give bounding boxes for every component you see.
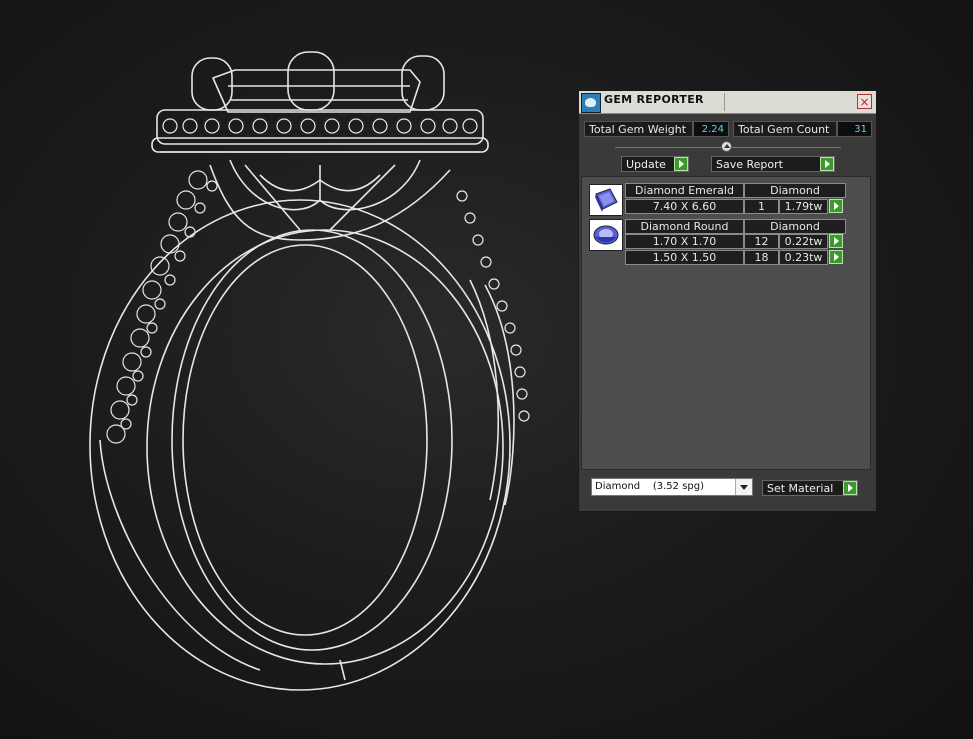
update-button-label: Update xyxy=(626,158,666,171)
panel-titlebar[interactable]: GEM REPORTER × xyxy=(579,91,876,114)
play-arrow-icon[interactable] xyxy=(674,157,688,171)
gem-size: 7.40 X 6.60 xyxy=(625,199,744,214)
gem-weight: 0.22tw xyxy=(779,234,828,249)
select-gem-arrow-icon[interactable] xyxy=(829,250,843,264)
play-arrow-icon[interactable] xyxy=(820,157,834,171)
play-arrow-icon[interactable] xyxy=(843,481,857,495)
total-gem-weight-value: 2.24 xyxy=(693,121,729,137)
chevron-down-icon[interactable] xyxy=(735,479,752,495)
gem-weight: 1.79tw xyxy=(779,199,828,214)
gem-material-name: Diamond xyxy=(744,219,846,234)
select-gem-arrow-icon[interactable] xyxy=(829,199,843,213)
gem-reporter-icon xyxy=(581,93,601,113)
save-report-button-label: Save Report xyxy=(716,158,783,171)
gem-size: 1.70 X 1.70 xyxy=(625,234,744,249)
gem-count: 12 xyxy=(744,234,779,249)
gem-count: 18 xyxy=(744,250,779,265)
titlebar-divider xyxy=(724,93,725,111)
round-gem-icon[interactable] xyxy=(589,219,623,251)
total-gem-count-label: Total Gem Count xyxy=(733,121,837,137)
total-gem-count-value: 31 xyxy=(837,121,872,137)
emerald-cut-gem-icon[interactable] xyxy=(589,184,623,216)
total-gem-weight-label: Total Gem Weight xyxy=(584,121,693,137)
gem-list[interactable]: Diamond Emerald Diamond 7.40 X 6.60 1 1.… xyxy=(581,176,871,470)
close-icon[interactable]: × xyxy=(857,94,872,109)
select-gem-arrow-icon[interactable] xyxy=(829,234,843,248)
material-select-value: Diamond (3.52 spg) xyxy=(595,481,705,492)
gem-shape-name: Diamond Emerald xyxy=(625,183,744,198)
panel-title: GEM REPORTER xyxy=(604,93,704,106)
update-button[interactable]: Update xyxy=(621,156,689,172)
gem-reporter-panel: GEM REPORTER × Total Gem Weight 2.24 Tot… xyxy=(578,90,877,512)
gem-shape-name: Diamond Round xyxy=(625,219,744,234)
gem-size: 1.50 X 1.50 xyxy=(625,250,744,265)
splitter-knob[interactable] xyxy=(721,141,732,152)
save-report-button[interactable]: Save Report xyxy=(711,156,835,172)
gem-weight: 0.23tw xyxy=(779,250,828,265)
set-material-button[interactable]: Set Material xyxy=(762,480,858,496)
set-material-button-label: Set Material xyxy=(767,482,834,495)
gem-material-name: Diamond xyxy=(744,183,846,198)
material-select[interactable]: Diamond (3.52 spg) xyxy=(591,478,753,496)
gem-count: 1 xyxy=(744,199,779,214)
